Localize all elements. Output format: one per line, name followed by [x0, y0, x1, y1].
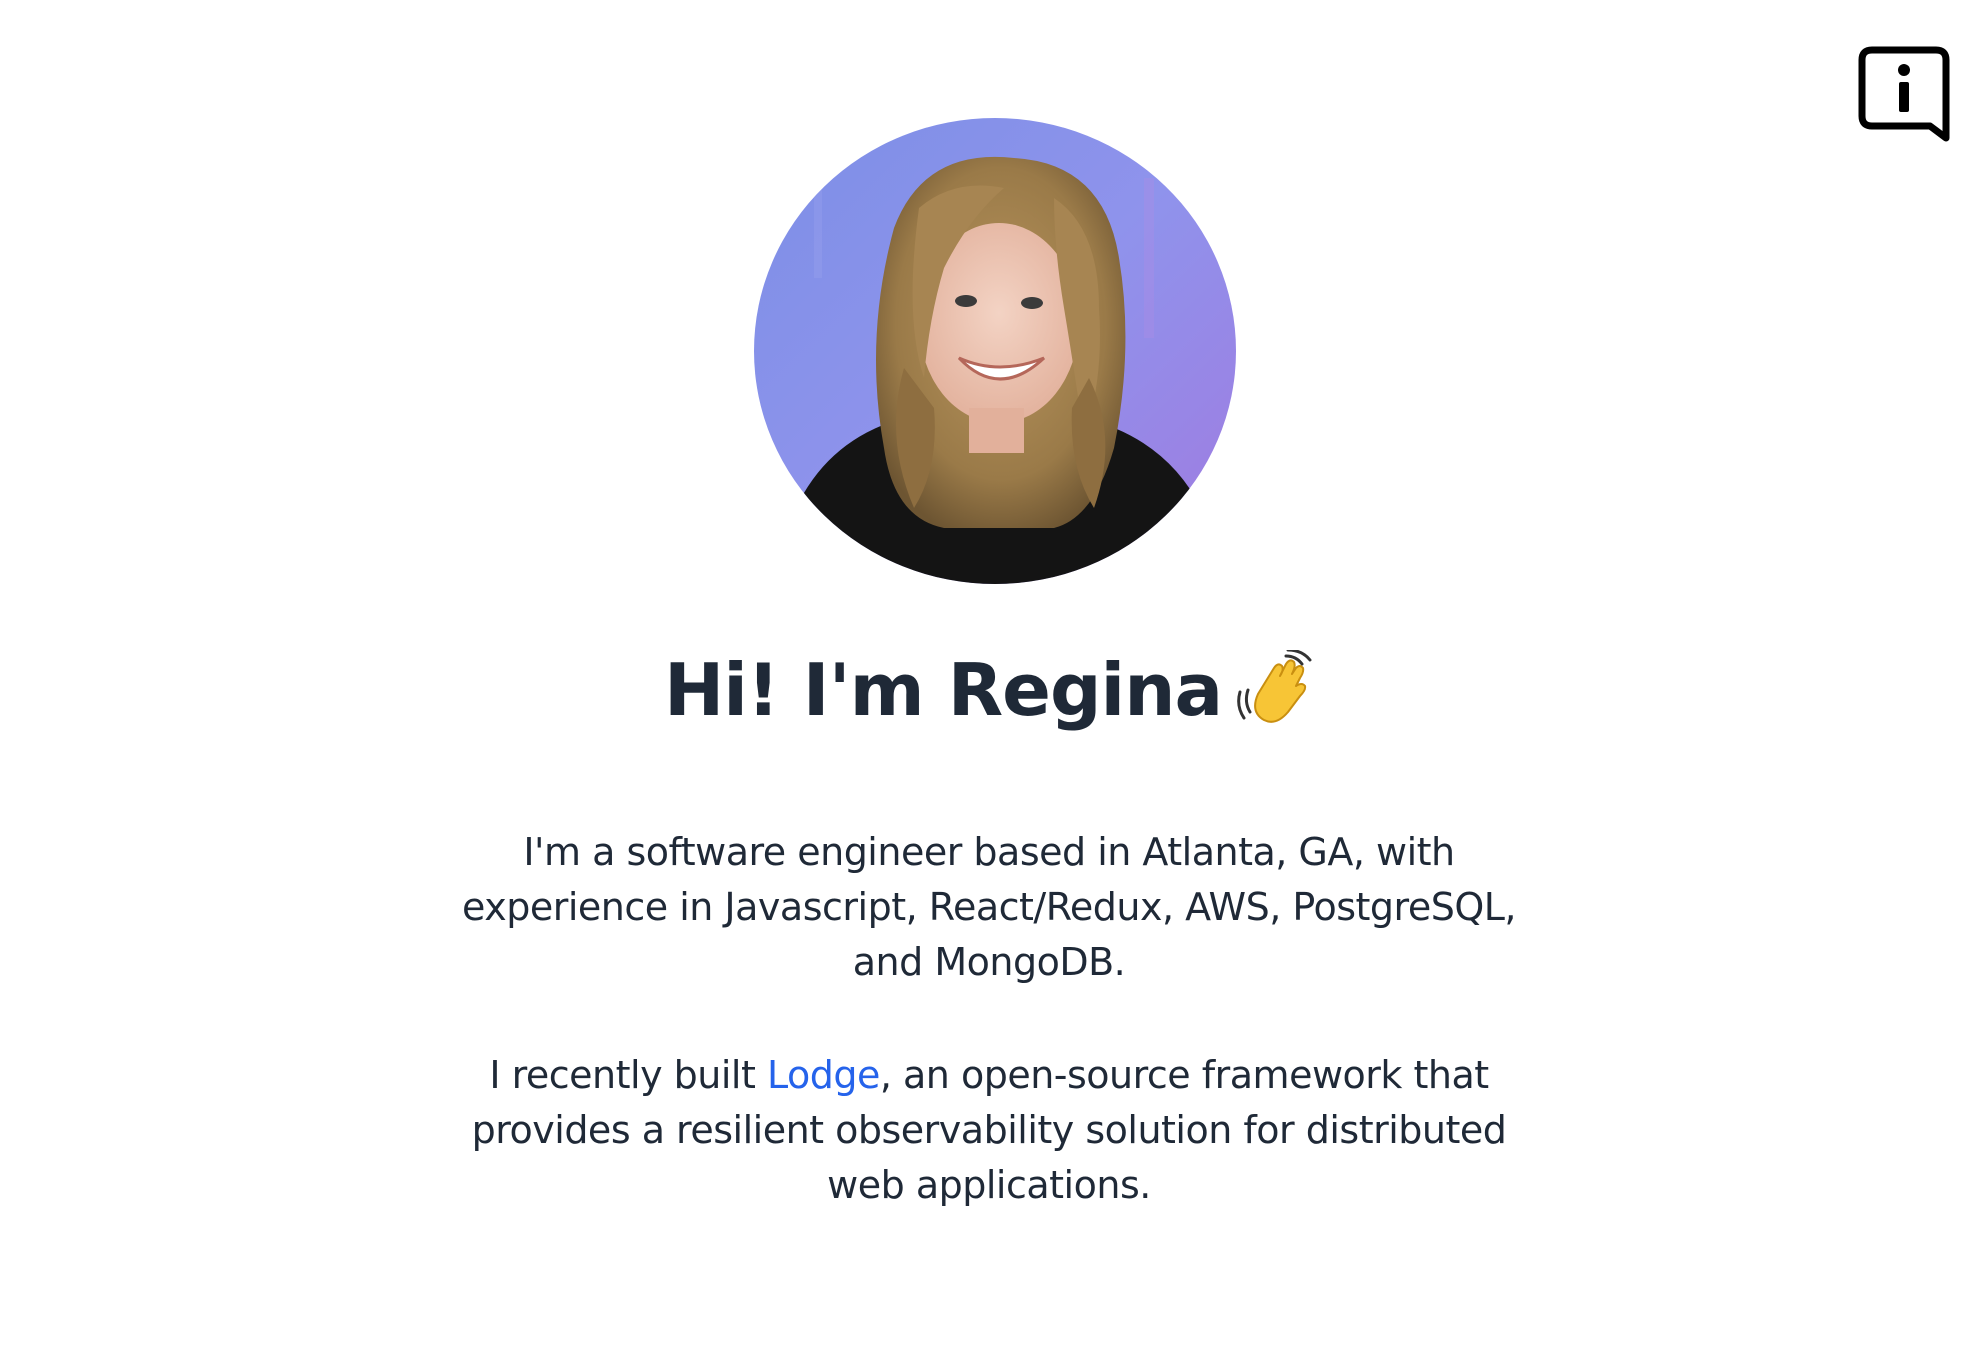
bio-line: provides a resilient observability solut… [471, 1108, 1507, 1152]
waving-hand-icon [1236, 650, 1314, 728]
bio-line: I'm a software engineer based in Atlanta… [523, 830, 1455, 874]
bio-line: web applications. [827, 1163, 1151, 1207]
greeting-text: Hi! I'm Regina [663, 648, 1223, 732]
lodge-link[interactable]: Lodge [767, 1053, 880, 1097]
bio-paragraph-1: I'm a software engineer based in Atlanta… [0, 825, 1978, 990]
bio-line: experience in Javascript, React/Redux, A… [462, 885, 1516, 929]
info-button[interactable] [1858, 46, 1950, 144]
bio-text: , an open-source framework that [879, 1053, 1489, 1097]
bio-text: I recently built [489, 1053, 767, 1097]
avatar [754, 118, 1236, 584]
bio-line: and MongoDB. [852, 940, 1126, 984]
bio-paragraph-2: I recently built Lodge, an open-source f… [0, 1048, 1978, 1213]
page-title: Hi! I'm Regina [0, 640, 1978, 740]
bio-line: I recently built Lodge, an open-source f… [0, 1048, 1978, 1103]
info-chat-icon [1858, 46, 1950, 142]
